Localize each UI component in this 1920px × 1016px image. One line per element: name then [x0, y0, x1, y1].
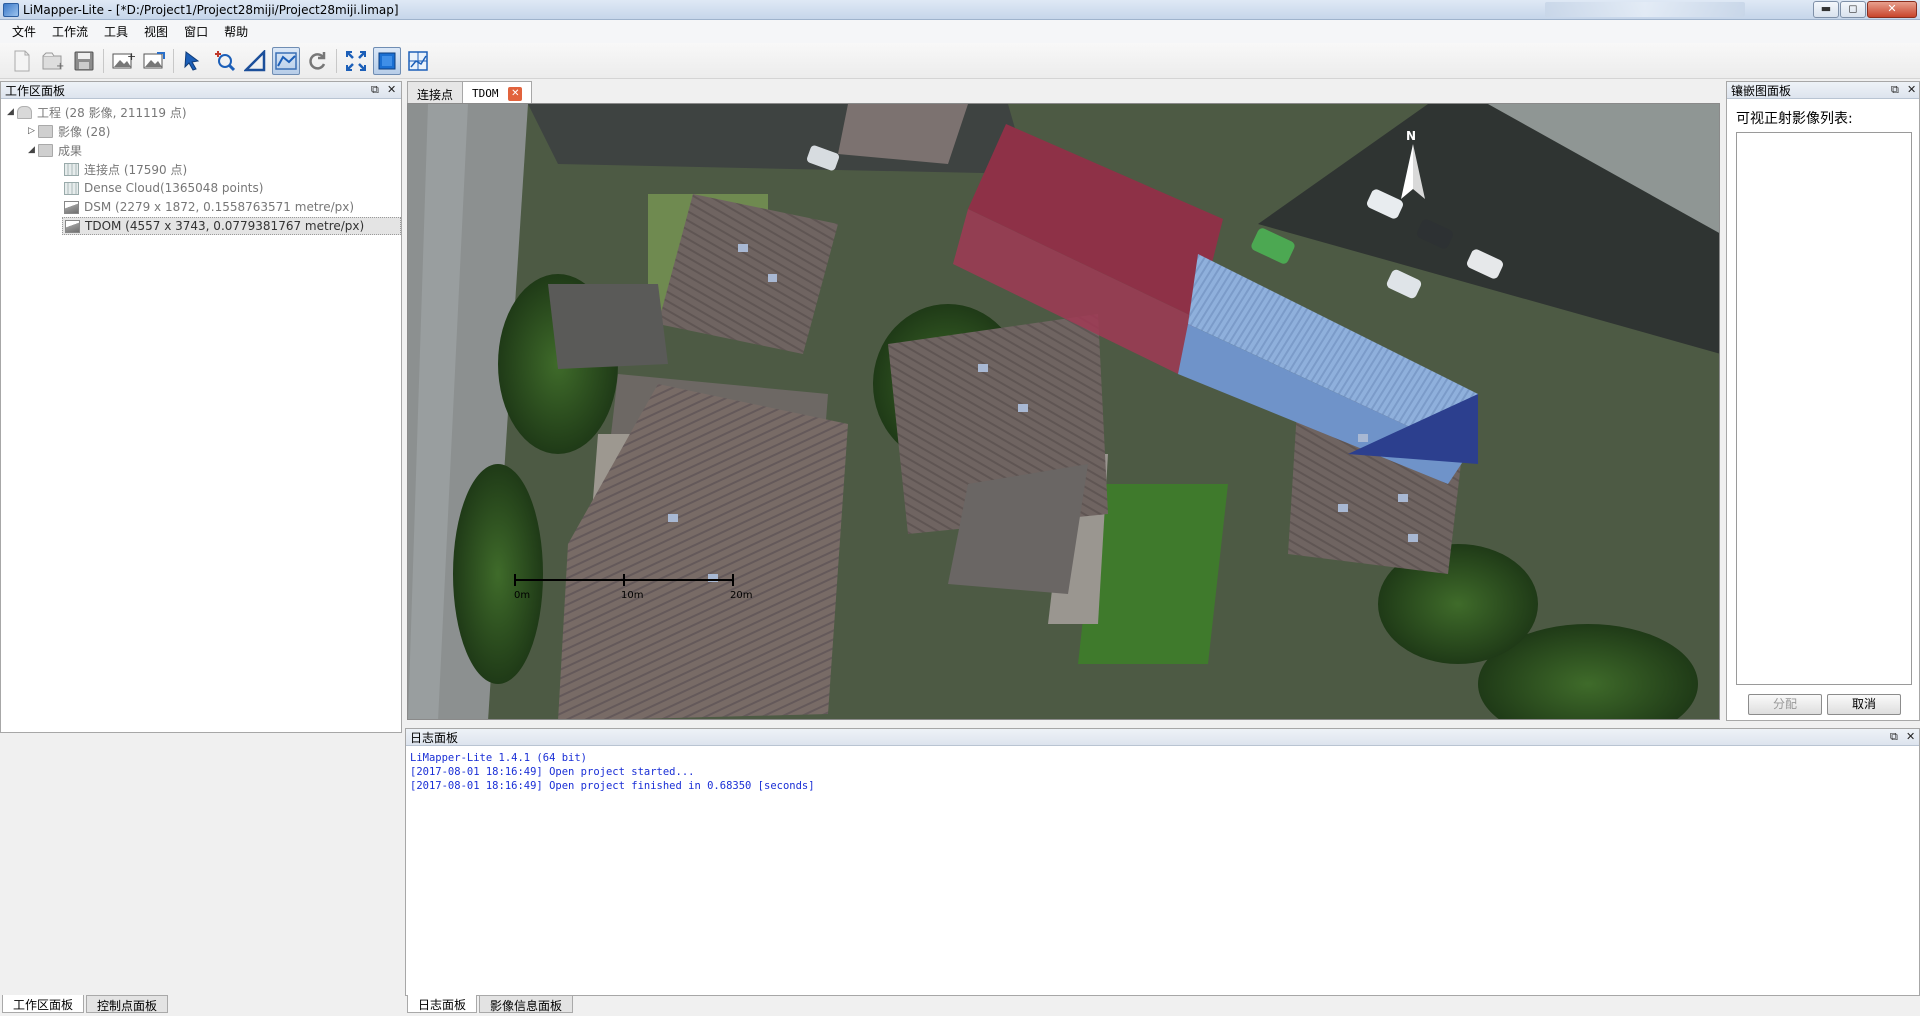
scale-label-10: 10m: [621, 590, 643, 601]
log-panel-header: 日志面板 ⧉ ✕: [406, 729, 1919, 746]
window-title: LiMapper-Lite - [*D:/Project1/Project28m…: [23, 2, 399, 17]
menu-help[interactable]: 帮助: [216, 21, 256, 42]
tab-label: TDOM: [472, 87, 499, 100]
svg-text:+: +: [56, 61, 64, 72]
north-label: N: [1406, 129, 1416, 143]
tree-item-results[interactable]: ◢ 成果: [28, 141, 82, 159]
point-cloud-icon: [64, 181, 79, 195]
document-tabs: 连接点 TDOM ✕: [407, 81, 1720, 103]
cancel-button[interactable]: 取消: [1827, 694, 1901, 715]
close-tab-icon[interactable]: ✕: [508, 86, 523, 101]
maximize-button[interactable]: ◻: [1840, 1, 1866, 18]
log-panel-title: 日志面板: [410, 730, 459, 745]
close-panel-icon[interactable]: ✕: [1906, 730, 1915, 743]
tree: [453, 464, 543, 684]
app-logo-icon: [3, 2, 19, 17]
toolbar-separator: [336, 48, 337, 73]
raster-icon: [65, 219, 80, 233]
scale-label-0: 0m: [514, 590, 530, 601]
visible-ortho-list[interactable]: [1736, 132, 1912, 685]
tree-item-label: Dense Cloud(1365048 points): [84, 181, 264, 195]
log-line: LiMapper-Lite 1.4.1 (64 bit): [410, 752, 588, 764]
expand-arrow-icon[interactable]: ▷: [28, 126, 38, 136]
house-roof: [838, 104, 968, 164]
toolbar-separator: [103, 48, 104, 73]
tree-item-tie-points[interactable]: 连接点 (17590 点): [64, 160, 187, 178]
tree-item-label: 工程 (28 影像, 211119 点): [37, 105, 187, 120]
menu-workflow[interactable]: 工作流: [44, 21, 96, 42]
float-panel-icon[interactable]: ⧉: [1890, 730, 1898, 744]
edit-polygon-icon[interactable]: [272, 46, 300, 75]
log-line: [2017-08-01 18:16:49] Open project finis…: [410, 780, 815, 792]
tab-log-panel[interactable]: 日志面板: [407, 995, 478, 1013]
zoom-in-icon[interactable]: [210, 47, 238, 75]
add-image-icon[interactable]: +: [109, 47, 137, 75]
house-roof: [548, 284, 668, 369]
menu-file[interactable]: 文件: [4, 21, 44, 42]
tab-tie-points[interactable]: 连接点: [407, 81, 464, 103]
menu-bar: 文件 工作流 工具 视图 窗口 帮助: [0, 20, 1920, 43]
export-image-icon[interactable]: [140, 47, 168, 75]
close-panel-icon[interactable]: ✕: [1907, 83, 1916, 96]
close-panel-icon[interactable]: ✕: [387, 83, 396, 96]
menu-view[interactable]: 视图: [136, 21, 176, 42]
fit-extent-icon[interactable]: [342, 47, 370, 75]
folder-icon: [38, 143, 53, 157]
raster-icon: [64, 200, 79, 214]
tree-item-project[interactable]: ◢ 工程 (28 影像, 211119 点): [7, 103, 187, 121]
mosaic-panel-header: 镶嵌图面板 ⧉ ✕: [1727, 82, 1919, 99]
layer-view-icon[interactable]: [373, 46, 401, 75]
orthophoto-icon[interactable]: [404, 47, 432, 75]
assign-button[interactable]: 分配: [1748, 694, 1822, 715]
new-project-icon[interactable]: +: [39, 47, 67, 75]
workspace-panel: 工作区面板 ⧉ ✕ ◢ 工程 (28 影像, 211119 点) ▷ 影像 (2…: [0, 81, 402, 733]
toolbar-separator: [173, 48, 174, 73]
workspace-panel-title: 工作区面板: [5, 83, 66, 98]
title-bar: LiMapper-Lite - [*D:/Project1/Project28m…: [0, 0, 1920, 20]
float-panel-icon[interactable]: ⧉: [1891, 83, 1899, 97]
tree-item-label: DSM (2279 x 1872, 0.1558763571 metre/px): [84, 200, 355, 214]
title-bar-decoration: [1545, 2, 1745, 17]
mosaic-panel-title: 镶嵌图面板: [1731, 83, 1792, 98]
visible-ortho-list-label: 可视正射影像列表:: [1736, 111, 1853, 127]
save-icon[interactable]: [70, 47, 98, 75]
tie-points-icon: [64, 162, 79, 176]
log-panel: 日志面板 ⧉ ✕ LiMapper-Lite 1.4.1 (64 bit) [2…: [405, 728, 1920, 996]
tree-item-dense-cloud[interactable]: Dense Cloud(1365048 points): [64, 179, 263, 197]
tree-item-label: 成果: [58, 143, 83, 158]
new-file-icon[interactable]: [8, 47, 36, 75]
folder-icon: [38, 124, 53, 138]
menu-tools[interactable]: 工具: [96, 21, 136, 42]
minimize-button[interactable]: ▬: [1813, 1, 1839, 18]
tab-tdom[interactable]: TDOM ✕: [462, 81, 533, 103]
tree-item-label: TDOM (4557 x 3743, 0.0779381767 metre/px…: [85, 219, 365, 233]
measure-triangle-icon[interactable]: [241, 47, 269, 75]
menu-window[interactable]: 窗口: [176, 21, 216, 42]
collapse-arrow-icon[interactable]: ◢: [28, 145, 38, 155]
tree-item-dsm[interactable]: DSM (2279 x 1872, 0.1558763571 metre/px): [64, 198, 354, 216]
tree-item-images[interactable]: ▷ 影像 (28): [28, 122, 110, 140]
toolbar: + +: [0, 43, 1920, 79]
mosaic-panel: 镶嵌图面板 ⧉ ✕ 可视正射影像列表: 分配 取消: [1726, 81, 1920, 721]
select-arrow-icon[interactable]: [179, 47, 207, 75]
tab-image-info-panel[interactable]: 影像信息面板: [479, 995, 574, 1013]
svg-text:+: +: [127, 50, 135, 63]
orthophoto-image[interactable]: 0m 10m 20m N: [408, 104, 1720, 720]
log-line: [2017-08-01 18:16:49] Open project start…: [410, 766, 695, 778]
scale-label-20: 20m: [730, 590, 752, 601]
collapse-arrow-icon[interactable]: ◢: [7, 107, 17, 117]
tab-workspace-panel[interactable]: 工作区面板: [2, 995, 85, 1013]
log-output[interactable]: LiMapper-Lite 1.4.1 (64 bit) [2017-08-01…: [406, 746, 1919, 793]
close-window-button[interactable]: ✕: [1867, 1, 1917, 18]
tree-item-label: 连接点 (17590 点): [84, 162, 188, 177]
float-panel-icon[interactable]: ⧉: [371, 83, 379, 97]
workspace-panel-header: 工作区面板 ⧉ ✕: [1, 82, 401, 99]
refresh-icon[interactable]: [303, 47, 331, 75]
tree-item-tdom[interactable]: TDOM (4557 x 3743, 0.0779381767 metre/px…: [62, 217, 401, 235]
project-icon: [17, 105, 32, 119]
orthophoto-map-view[interactable]: 0m 10m 20m N: [407, 103, 1720, 720]
tree-item-label: 影像 (28): [58, 124, 111, 139]
tab-control-point-panel[interactable]: 控制点面板: [86, 995, 169, 1013]
